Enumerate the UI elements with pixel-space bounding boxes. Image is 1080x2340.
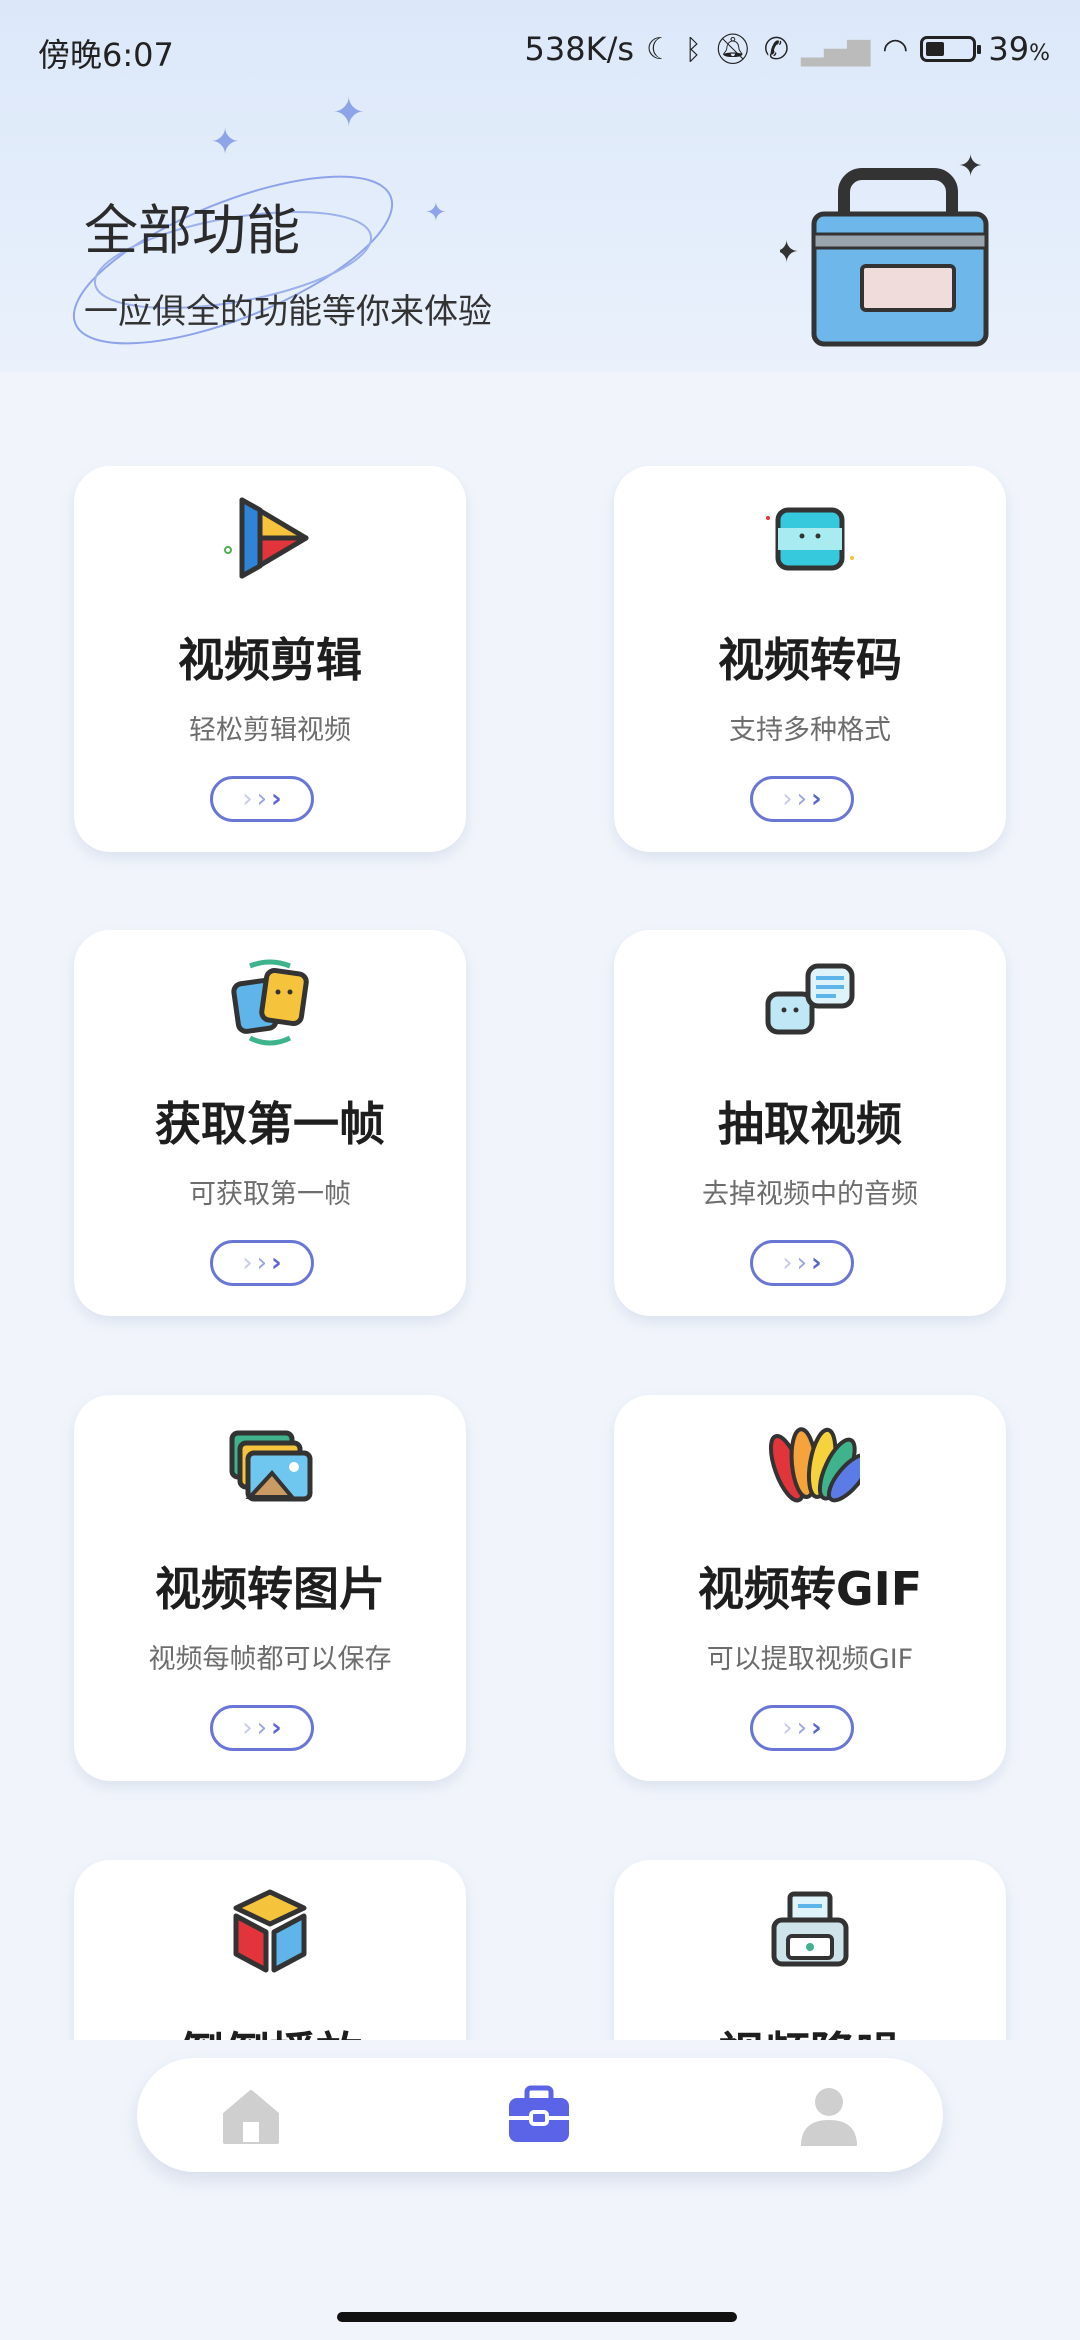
go-button[interactable]: › › ›	[210, 1240, 314, 1286]
card-title: 视频转码	[718, 633, 902, 687]
card-subtitle: 视频每帧都可以保存	[148, 1644, 392, 1675]
card-subtitle: 去掉视频中的音频	[702, 1179, 918, 1210]
card-subtitle: 支持多种格式	[729, 715, 891, 746]
image-icon	[229, 1430, 313, 1502]
go-button[interactable]: › › ›	[210, 776, 314, 822]
card-video-transcode[interactable]: 视频转码 支持多种格式 › › ›	[614, 466, 1006, 852]
chat-icon	[765, 963, 855, 1035]
card-title: 倒倒播放	[74, 2018, 466, 2040]
toolbox-icon[interactable]	[507, 2084, 571, 2148]
card-video-edit[interactable]: 视频剪辑 轻松剪辑视频 › › ›	[74, 466, 466, 852]
card-subtitle: 可获取第一帧	[189, 1179, 351, 1210]
cube-icon	[233, 1889, 307, 1973]
printer-icon	[771, 1891, 849, 1967]
profile-icon[interactable]	[797, 2084, 861, 2148]
card-extract-video[interactable]: 抽取视频 去掉视频中的音频 › › ›	[614, 930, 1006, 1316]
card-title: 视频转GIF	[697, 1562, 923, 1616]
card-title: 获取第一帧	[155, 1097, 385, 1151]
card-subtitle: 轻松剪辑视频	[189, 715, 351, 746]
card-first-frame[interactable]: 获取第一帧 可获取第一帧 › › ›	[74, 930, 466, 1316]
convert-icon	[766, 507, 854, 571]
card-video-denoise[interactable]: 视频降噪	[614, 1860, 1006, 2040]
card-video-to-image[interactable]: 视频转图片 视频每帧都可以保存 › › ›	[74, 1395, 466, 1781]
card-title: 视频转图片	[155, 1562, 385, 1616]
go-button[interactable]: › › ›	[210, 1705, 314, 1751]
go-button[interactable]: › › ›	[750, 1240, 854, 1286]
card-reverse-play[interactable]: 倒倒播放	[74, 1860, 466, 2040]
play-icon	[224, 497, 309, 579]
card-title: 抽取视频	[718, 1097, 902, 1151]
frames-icon	[231, 959, 309, 1046]
go-button[interactable]: › › ›	[750, 1705, 854, 1751]
go-button[interactable]: › › ›	[750, 776, 854, 822]
card-title: 视频剪辑	[178, 633, 362, 687]
color-fan-icon	[768, 1427, 860, 1503]
home-icon[interactable]	[219, 2084, 283, 2148]
card-subtitle: 可以提取视频GIF	[706, 1644, 914, 1675]
card-video-to-gif[interactable]: 视频转GIF 可以提取视频GIF › › ›	[614, 1395, 1006, 1781]
bottom-nav	[137, 2058, 943, 2172]
home-indicator[interactable]	[337, 2312, 737, 2322]
feature-grid: 视频剪辑 轻松剪辑视频 › › › 视频转码 支持多种格式 › › › 获取第一帧 可获…	[0, 0, 1080, 2040]
card-title: 视频降噪	[614, 2018, 1006, 2040]
